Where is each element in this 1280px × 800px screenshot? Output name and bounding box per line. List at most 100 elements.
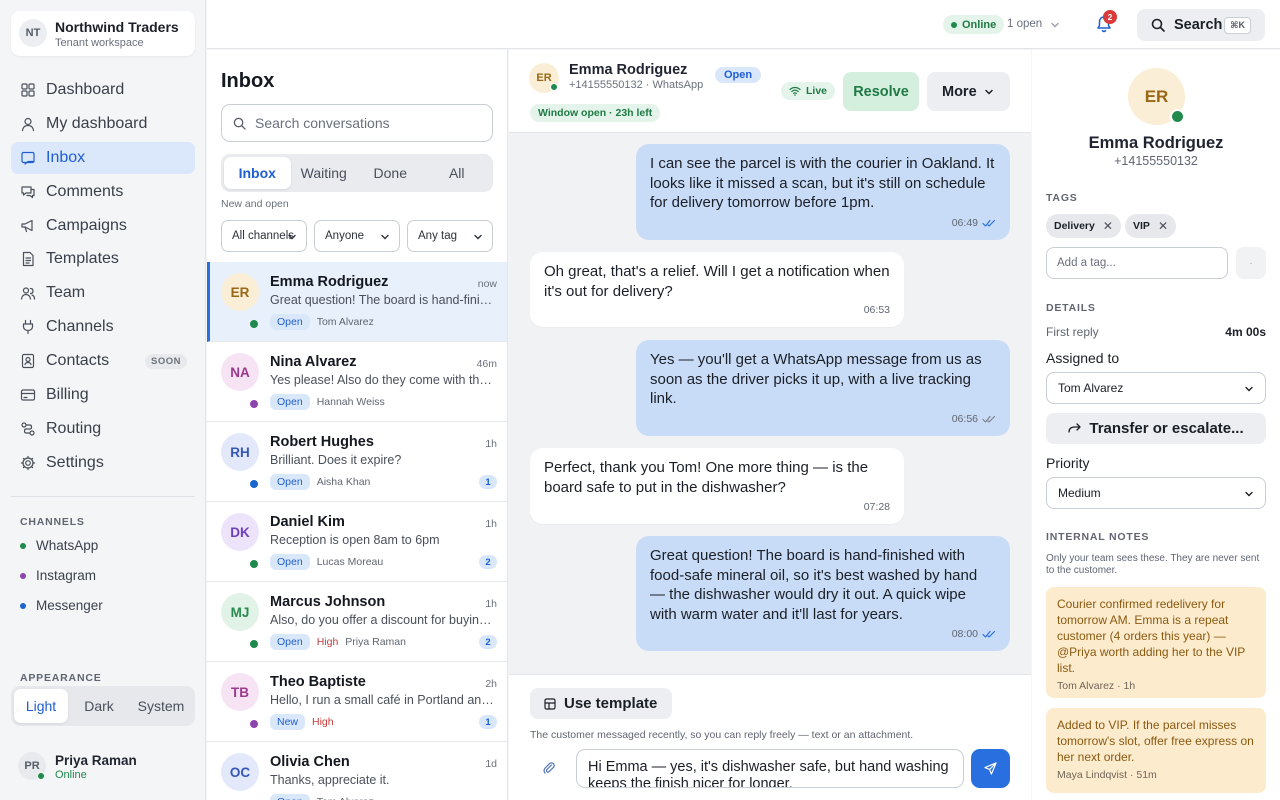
workspace-switcher[interactable]: NT Northwind Traders Tenant workspace	[11, 11, 195, 56]
last-message-time: 1h	[485, 438, 497, 450]
assignee-select[interactable]: Tom Alvarez	[1046, 372, 1266, 404]
priority-label: High	[312, 716, 334, 728]
conversation-row[interactable]: OC Olivia Chen 1d Thanks, appreciate it. Ope…	[207, 742, 507, 800]
sidebar-item-settings[interactable]: Settings	[11, 447, 195, 479]
conversation-row[interactable]: TB Theo Baptiste 2h Hello, I run a small ca…	[207, 662, 507, 742]
messaging-window-badge: Window open · 23h left	[530, 104, 661, 122]
message-timestamp: 06:56	[952, 410, 996, 430]
global-search-button[interactable]: Search ⌘K	[1137, 9, 1265, 41]
status-badge: Open	[270, 474, 310, 490]
add-tag-button[interactable]: ·	[1236, 247, 1266, 279]
appearance-option-light[interactable]: Light	[14, 689, 68, 723]
message-text: Yes — you'll get a WhatsApp message from…	[650, 351, 982, 407]
sidebar-item-channels[interactable]: Channels	[11, 311, 195, 343]
contact-phone-channel: +14155550132 · WhatsApp	[569, 79, 704, 91]
tab-all[interactable]: All	[424, 157, 491, 189]
transfer-escalate-button[interactable]: Transfer or escalate...	[1046, 413, 1266, 444]
channel-instagram[interactable]: Instagram	[20, 568, 96, 583]
channel-dot	[249, 719, 259, 729]
tab-done[interactable]: Done	[357, 157, 424, 189]
message-time: 08:00	[951, 627, 978, 640]
first-reply-label: First reply	[1046, 325, 1099, 339]
channel-dot	[249, 319, 259, 329]
sidebar-item-team[interactable]: Team	[11, 277, 195, 309]
coming-soon-badge: SOON	[145, 354, 187, 370]
tab-inbox[interactable]: Inbox	[224, 157, 291, 189]
assigned-agent: Priya Raman	[345, 636, 406, 648]
sidebar-item-label: Templates	[46, 250, 119, 268]
sidebar-item-my-dashboard[interactable]: My dashboard	[11, 108, 195, 140]
contact-phone: +14155550132	[1114, 154, 1198, 168]
channel-dot	[20, 542, 26, 549]
sidebar-item-comments[interactable]: Comments	[11, 176, 195, 208]
contact-avatar: TB	[221, 673, 259, 711]
sidebar-item-billing[interactable]: Billing	[11, 379, 195, 411]
sidebar-item-label: Dashboard	[46, 81, 125, 98]
main-nav: Dashboard My dashboard Inbox Comments Campai…	[11, 74, 195, 481]
contact-avatar: OC	[221, 753, 259, 791]
contact-name: Nina Alvarez	[270, 354, 357, 370]
sidebar-item-routing[interactable]: Routing	[11, 413, 195, 445]
sidebar-item-campaigns[interactable]: Campaigns	[11, 210, 195, 242]
sidebar-item-label: Settings	[46, 453, 104, 471]
message-preview: Also, do you offer a discount for buying…	[270, 613, 498, 627]
tag-filter[interactable]: Any tag	[407, 220, 493, 252]
unread-count-badge: 1	[479, 475, 497, 489]
use-template-button[interactable]: Use template	[530, 688, 672, 719]
contact-avatar: MJ	[221, 593, 259, 631]
conversation-row[interactable]: MJ Marcus Johnson 1h Also, do you offer a d…	[207, 582, 507, 662]
send-button[interactable]	[971, 749, 1010, 788]
online-status-pill[interactable]: Online	[943, 15, 1005, 34]
status-badge: Open	[270, 314, 310, 330]
conversation-row[interactable]: DK Daniel Kim 1h Reception is open 8am to 6…	[207, 502, 507, 582]
appearance-option-system[interactable]: System	[130, 689, 192, 723]
channel-messenger[interactable]: Messenger	[20, 598, 103, 613]
contact-name: Theo Baptiste	[270, 674, 366, 690]
unread-count-badge: 2	[479, 555, 497, 569]
priority-select[interactable]: Medium	[1046, 477, 1266, 509]
sidebar-item-contacts[interactable]: Contacts SOON	[11, 345, 195, 377]
chevron-down-icon	[288, 234, 296, 240]
conversation-row[interactable]: RH Robert Hughes 1h Brilliant. Does it expi…	[207, 422, 507, 502]
megaphone-icon	[21, 219, 33, 232]
channel-whatsapp[interactable]: WhatsApp	[20, 538, 98, 553]
remove-tag-icon[interactable]: ✕	[1158, 219, 1168, 233]
conversation-meta: Open Tom Alvarez	[270, 794, 374, 800]
conversation-row[interactable]: NA Nina Alvarez 46m Yes please! Also do the…	[207, 342, 507, 422]
sidebar-item-templates[interactable]: Templates	[11, 243, 195, 275]
sidebar-item-label: Routing	[46, 419, 102, 437]
conversation-row[interactable]: ER Emma Rodriguez now Great question! The b…	[207, 262, 507, 342]
message-preview: Great question! The board is hand-finish…	[270, 293, 498, 307]
contact-details-panel: ER Emma Rodriguez +14155550132 TAGS Deli…	[1032, 50, 1280, 800]
assigned-agent: Hannah Weiss	[316, 396, 385, 408]
assignee-filter[interactable]: Anyone	[314, 220, 400, 252]
routing-icon	[21, 422, 35, 436]
arrow-right-icon	[1068, 423, 1082, 433]
assignee-value: Tom Alvarez	[1058, 381, 1124, 395]
conversation-meta: New High	[270, 714, 341, 730]
channel-label: WhatsApp	[36, 538, 99, 553]
reply-input[interactable]: Hi Emma — yes, it's dishwasher safe, but…	[576, 749, 964, 788]
message-time: 06:53	[863, 303, 890, 316]
sidebar-item-label: Comments	[46, 182, 124, 200]
chevron-down-icon[interactable]	[1049, 19, 1061, 31]
chevron-down-icon	[985, 89, 993, 95]
sidebar-item-inbox[interactable]: Inbox	[11, 141, 195, 174]
remove-tag-icon[interactable]: ✕	[1103, 219, 1113, 233]
double-check-icon	[982, 415, 996, 423]
unread-count-badge: 2	[479, 635, 497, 649]
channel-filter[interactable]: All channels	[221, 220, 307, 252]
tab-waiting[interactable]: Waiting	[291, 157, 358, 189]
status-badge: Open	[270, 634, 310, 650]
appearance-option-dark[interactable]: Dark	[68, 689, 130, 723]
more-actions-button[interactable]: More	[927, 72, 1010, 111]
conversation-search-input[interactable]: Search conversations	[221, 104, 493, 142]
open-count[interactable]: 1 open	[1007, 18, 1042, 30]
sidebar-item-label: Contacts	[46, 352, 110, 370]
sidebar-item-dashboard[interactable]: Dashboard	[11, 74, 195, 106]
paperclip-icon[interactable]	[542, 761, 556, 775]
resolve-button[interactable]: Resolve	[843, 72, 919, 111]
message-timestamp: 08:00	[952, 625, 996, 645]
whatsapp-channel-dot	[1170, 109, 1185, 124]
add-tag-input[interactable]: Add a tag...	[1046, 247, 1228, 279]
